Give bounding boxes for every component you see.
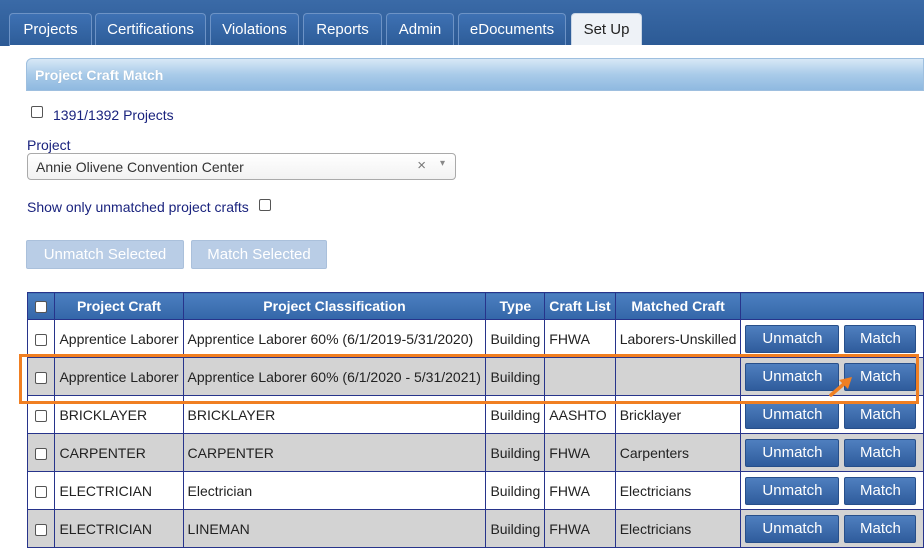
matched-craft-cell bbox=[614, 357, 742, 396]
type-cell: Building bbox=[485, 395, 546, 434]
clear-x-icon[interactable]: × bbox=[417, 157, 426, 174]
unmatch-button[interactable]: Unmatch bbox=[745, 514, 840, 543]
project-classification-cell: BRICKLAYER bbox=[182, 395, 487, 434]
projects-filter-checkbox[interactable] bbox=[31, 106, 43, 118]
tab-violations[interactable]: Violations bbox=[210, 13, 299, 46]
table-row: ELECTRICIAN LINEMAN Building FHWA Electr… bbox=[27, 509, 924, 548]
matched-craft-cell: Laborers-Unskilled bbox=[614, 319, 742, 358]
row-checkbox[interactable] bbox=[35, 523, 48, 536]
row-select-cell bbox=[27, 433, 56, 472]
select-all-checkbox[interactable] bbox=[35, 301, 48, 314]
type-cell: Building bbox=[485, 319, 546, 358]
column-header-matched-craft[interactable]: Matched Craft bbox=[614, 292, 742, 320]
craft-list-cell bbox=[544, 357, 616, 396]
column-header-craft-list[interactable]: Craft List bbox=[544, 292, 616, 320]
project-craft-match-panel: Project Craft Match 1391/1392 Projects P… bbox=[10, 45, 924, 557]
project-craft-cell: Apprentice Laborer bbox=[54, 357, 184, 396]
table-row: CARPENTER CARPENTER Building FHWA Carpen… bbox=[27, 433, 924, 472]
match-button[interactable]: Match bbox=[844, 400, 917, 429]
craft-list-cell: FHWA bbox=[544, 319, 616, 358]
matched-craft-cell: Carpenters bbox=[614, 433, 742, 472]
project-craft-cell: BRICKLAYER bbox=[54, 395, 184, 434]
match-button[interactable]: Match bbox=[844, 324, 917, 353]
unmatched-only-checkbox[interactable] bbox=[259, 199, 271, 211]
select-all-cell bbox=[27, 292, 56, 320]
project-craft-cell: Apprentice Laborer bbox=[54, 319, 184, 358]
projects-filter-label: 1391/1392 Projects bbox=[53, 107, 174, 123]
table-row: BRICKLAYER BRICKLAYER Building AASHTO Br… bbox=[27, 395, 924, 434]
table-row: Apprentice Laborer Apprentice Laborer 60… bbox=[27, 357, 924, 396]
unmatch-button[interactable]: Unmatch bbox=[745, 362, 840, 391]
table-row: Apprentice Laborer Apprentice Laborer 60… bbox=[27, 319, 924, 358]
project-classification-cell: LINEMAN bbox=[182, 509, 487, 548]
matched-craft-cell: Bricklayer bbox=[614, 395, 742, 434]
actions-cell: Unmatch Match bbox=[740, 395, 924, 434]
project-craft-cell: ELECTRICIAN bbox=[54, 509, 184, 548]
panel-header: Project Craft Match bbox=[26, 58, 924, 91]
type-cell: Building bbox=[485, 471, 546, 510]
chevron-down-icon[interactable]: ▾ bbox=[440, 158, 445, 169]
match-button[interactable]: Match bbox=[844, 514, 917, 543]
row-select-cell bbox=[27, 509, 56, 548]
project-classification-cell: Electrician bbox=[182, 471, 487, 510]
column-header-project-classification[interactable]: Project Classification bbox=[182, 292, 487, 320]
row-checkbox[interactable] bbox=[35, 371, 48, 384]
craft-list-cell: AASHTO bbox=[544, 395, 616, 434]
table-header-row: Project Craft Project Classification Typ… bbox=[27, 292, 924, 320]
actions-cell: Unmatch Match bbox=[740, 471, 924, 510]
tab-admin[interactable]: Admin bbox=[386, 13, 454, 46]
project-classification-cell: CARPENTER bbox=[182, 433, 487, 472]
tab-set-up[interactable]: Set Up bbox=[571, 13, 642, 47]
tab-projects[interactable]: Projects bbox=[9, 13, 92, 46]
column-header-project-craft[interactable]: Project Craft bbox=[54, 292, 184, 320]
matched-craft-cell: Electricians bbox=[614, 509, 742, 548]
match-button[interactable]: Match bbox=[844, 476, 917, 505]
match-button[interactable]: Match bbox=[844, 438, 917, 467]
actions-cell: Unmatch Match bbox=[740, 509, 924, 548]
unmatched-only-label: Show only unmatched project crafts bbox=[27, 199, 249, 215]
project-craft-cell: ELECTRICIAN bbox=[54, 471, 184, 510]
row-select-cell bbox=[27, 319, 56, 358]
row-select-cell bbox=[27, 357, 56, 396]
project-craft-cell: CARPENTER bbox=[54, 433, 184, 472]
unmatch-button[interactable]: Unmatch bbox=[745, 324, 840, 353]
tab-edocuments[interactable]: eDocuments bbox=[458, 13, 566, 46]
row-checkbox[interactable] bbox=[35, 447, 48, 460]
unmatch-button[interactable]: Unmatch bbox=[745, 400, 840, 429]
project-label: Project bbox=[27, 137, 71, 153]
craft-match-table: Project Craft Project Classification Typ… bbox=[27, 292, 924, 557]
tab-certifications[interactable]: Certifications bbox=[95, 13, 206, 46]
unmatch-button[interactable]: Unmatch bbox=[745, 438, 840, 467]
actions-cell: Unmatch Match bbox=[740, 357, 924, 396]
column-header-type[interactable]: Type bbox=[485, 292, 546, 320]
unmatch-selected-button[interactable]: Unmatch Selected bbox=[26, 240, 184, 269]
actions-cell: Unmatch Match bbox=[740, 433, 924, 472]
unmatch-button[interactable]: Unmatch bbox=[745, 476, 840, 505]
matched-craft-cell: Electricians bbox=[614, 471, 742, 510]
main-tab-bar: Projects Certifications Violations Repor… bbox=[0, 0, 924, 47]
craft-list-cell: FHWA bbox=[544, 471, 616, 510]
row-checkbox[interactable] bbox=[35, 333, 48, 346]
project-select-value: Annie Olivene Convention Center bbox=[36, 159, 244, 175]
craft-list-cell: FHWA bbox=[544, 509, 616, 548]
project-classification-cell: Apprentice Laborer 60% (6/1/2019-5/31/20… bbox=[182, 319, 487, 358]
row-checkbox[interactable] bbox=[35, 409, 48, 422]
craft-list-cell: FHWA bbox=[544, 433, 616, 472]
table-row: ELECTRICIAN Electrician Building FHWA El… bbox=[27, 471, 924, 510]
project-select[interactable]: Annie Olivene Convention Center × ▾ bbox=[27, 153, 456, 180]
project-classification-cell: Apprentice Laborer 60% (6/1/2020 - 5/31/… bbox=[182, 357, 487, 396]
type-cell: Building bbox=[485, 357, 546, 396]
type-cell: Building bbox=[485, 509, 546, 548]
column-header-actions bbox=[740, 292, 924, 320]
type-cell: Building bbox=[485, 433, 546, 472]
match-selected-button[interactable]: Match Selected bbox=[191, 240, 327, 269]
panel-title: Project Craft Match bbox=[35, 67, 164, 83]
match-button[interactable]: Match bbox=[844, 362, 917, 391]
row-checkbox[interactable] bbox=[35, 485, 48, 498]
row-select-cell bbox=[27, 395, 56, 434]
row-select-cell bbox=[27, 471, 56, 510]
tab-reports[interactable]: Reports bbox=[303, 13, 382, 46]
actions-cell: Unmatch Match bbox=[740, 319, 924, 358]
